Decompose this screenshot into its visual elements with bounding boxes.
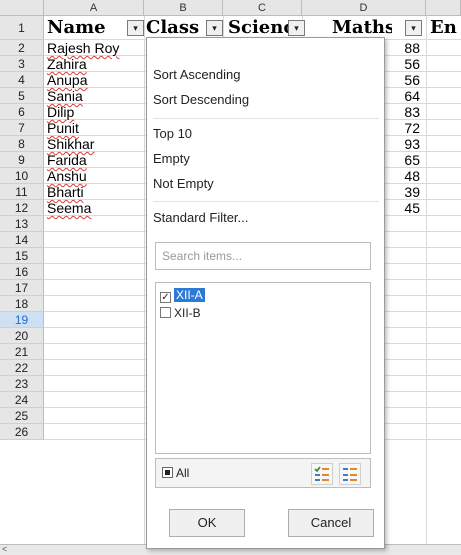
scroll-left-icon[interactable]: < <box>2 544 7 554</box>
row-header[interactable]: 25 <box>0 408 44 424</box>
header-e[interactable]: En <box>430 16 461 40</box>
row-header[interactable]: 4 <box>0 72 44 88</box>
row-header[interactable]: 8 <box>0 136 44 152</box>
not-empty-item[interactable]: Not Empty <box>153 175 214 193</box>
unselect-current-icon[interactable] <box>339 463 361 485</box>
row-header[interactable]: 26 <box>0 424 44 440</box>
column-header-e[interactable] <box>426 0 461 16</box>
row-header[interactable]: 16 <box>0 264 44 280</box>
cell-name[interactable]: Shikhar <box>47 136 145 152</box>
row-header[interactable]: 11 <box>0 184 44 200</box>
row-header[interactable]: 10 <box>0 168 44 184</box>
cell-name[interactable]: Seema <box>47 200 145 216</box>
row-header[interactable]: 19 <box>0 312 44 328</box>
cell-maths[interactable]: 83 <box>380 104 426 120</box>
row-header[interactable]: 18 <box>0 296 44 312</box>
row-header[interactable]: 7 <box>0 120 44 136</box>
cell-name[interactable]: Anupa <box>47 72 145 88</box>
row-header[interactable]: 13 <box>0 216 44 232</box>
standard-filter-item[interactable]: Standard Filter... <box>153 209 248 227</box>
sort-ascending-item[interactable]: Sort Ascending <box>153 66 240 84</box>
column-divider <box>426 16 427 544</box>
cell-maths[interactable]: 72 <box>380 120 426 136</box>
list-item-label: XII-A <box>174 288 205 302</box>
row-header[interactable]: 24 <box>0 392 44 408</box>
list-item[interactable]: ✓ XII-A <box>160 287 205 303</box>
row-header[interactable]: 22 <box>0 360 44 376</box>
menu-separator <box>153 118 379 119</box>
cell-name[interactable]: Sania <box>47 88 145 104</box>
filter-button-maths[interactable]: ▾ <box>405 20 422 36</box>
row-header[interactable]: 5 <box>0 88 44 104</box>
cell-name[interactable]: Dilip <box>47 104 145 120</box>
autofilter-popup: Sort Ascending Sort Descending Top 10 Em… <box>146 37 385 549</box>
cell-maths[interactable]: 65 <box>380 152 426 168</box>
cell-maths[interactable]: 39 <box>380 184 426 200</box>
all-label: All <box>176 466 190 480</box>
empty-item[interactable]: Empty <box>153 150 190 168</box>
select-current-icon[interactable] <box>311 463 333 485</box>
cell-maths[interactable]: 45 <box>380 200 426 216</box>
cell-maths[interactable]: 48 <box>380 168 426 184</box>
row-header[interactable]: 17 <box>0 280 44 296</box>
column-header-c[interactable]: C <box>223 0 302 16</box>
row-header[interactable]: 21 <box>0 344 44 360</box>
row-header[interactable]: 6 <box>0 104 44 120</box>
top10-item[interactable]: Top 10 <box>153 125 192 143</box>
row-header[interactable]: 3 <box>0 56 44 72</box>
cell-name[interactable]: Rajesh Roy <box>47 40 145 56</box>
list-item-label: XII-B <box>174 306 201 320</box>
list-footer: All <box>155 458 371 488</box>
cancel-button[interactable]: Cancel <box>288 509 374 537</box>
sort-descending-item[interactable]: Sort Descending <box>153 91 249 109</box>
cell-maths[interactable]: 88 <box>380 40 426 56</box>
filter-values-list[interactable]: ✓ XII-A XII-B <box>155 282 371 454</box>
checkbox-unchecked[interactable] <box>160 307 171 318</box>
cell-name[interactable]: Punit <box>47 120 145 136</box>
row-header[interactable]: 2 <box>0 40 44 56</box>
filter-button-name[interactable]: ▾ <box>127 20 144 36</box>
cell-name[interactable]: Anshu <box>47 168 145 184</box>
row-header[interactable]: 14 <box>0 232 44 248</box>
list-item[interactable]: XII-B <box>160 305 201 321</box>
menu-separator <box>153 201 379 202</box>
filter-button-science[interactable]: ▾ <box>288 20 305 36</box>
cell-maths[interactable]: 64 <box>380 88 426 104</box>
cell-maths[interactable]: 56 <box>380 56 426 72</box>
checkbox-checked[interactable]: ✓ <box>160 292 171 303</box>
row-header[interactable]: 12 <box>0 200 44 216</box>
ok-button[interactable]: OK <box>169 509 245 537</box>
header-name[interactable]: Name <box>47 16 129 40</box>
row-header[interactable]: 15 <box>0 248 44 264</box>
column-header-b[interactable]: B <box>144 0 223 16</box>
row-header[interactable]: 23 <box>0 376 44 392</box>
filter-button-class[interactable]: ▾ <box>206 20 223 36</box>
row-header[interactable]: 1 <box>0 16 44 40</box>
column-header-d[interactable]: D <box>302 0 426 16</box>
cell-name[interactable]: Zahira <box>47 56 145 72</box>
all-checkbox[interactable]: All <box>162 466 189 480</box>
cell-maths[interactable]: 93 <box>380 136 426 152</box>
row-header[interactable]: 9 <box>0 152 44 168</box>
row-header[interactable]: 20 <box>0 328 44 344</box>
column-header-a[interactable]: A <box>44 0 144 16</box>
search-input[interactable]: Search items... <box>155 242 371 270</box>
sheet-corner[interactable] <box>0 0 44 16</box>
tristate-checkbox[interactable] <box>162 467 173 478</box>
cell-name[interactable]: Bharti <box>47 184 145 200</box>
cell-name[interactable]: Farida <box>47 152 145 168</box>
cell-maths[interactable]: 56 <box>380 72 426 88</box>
